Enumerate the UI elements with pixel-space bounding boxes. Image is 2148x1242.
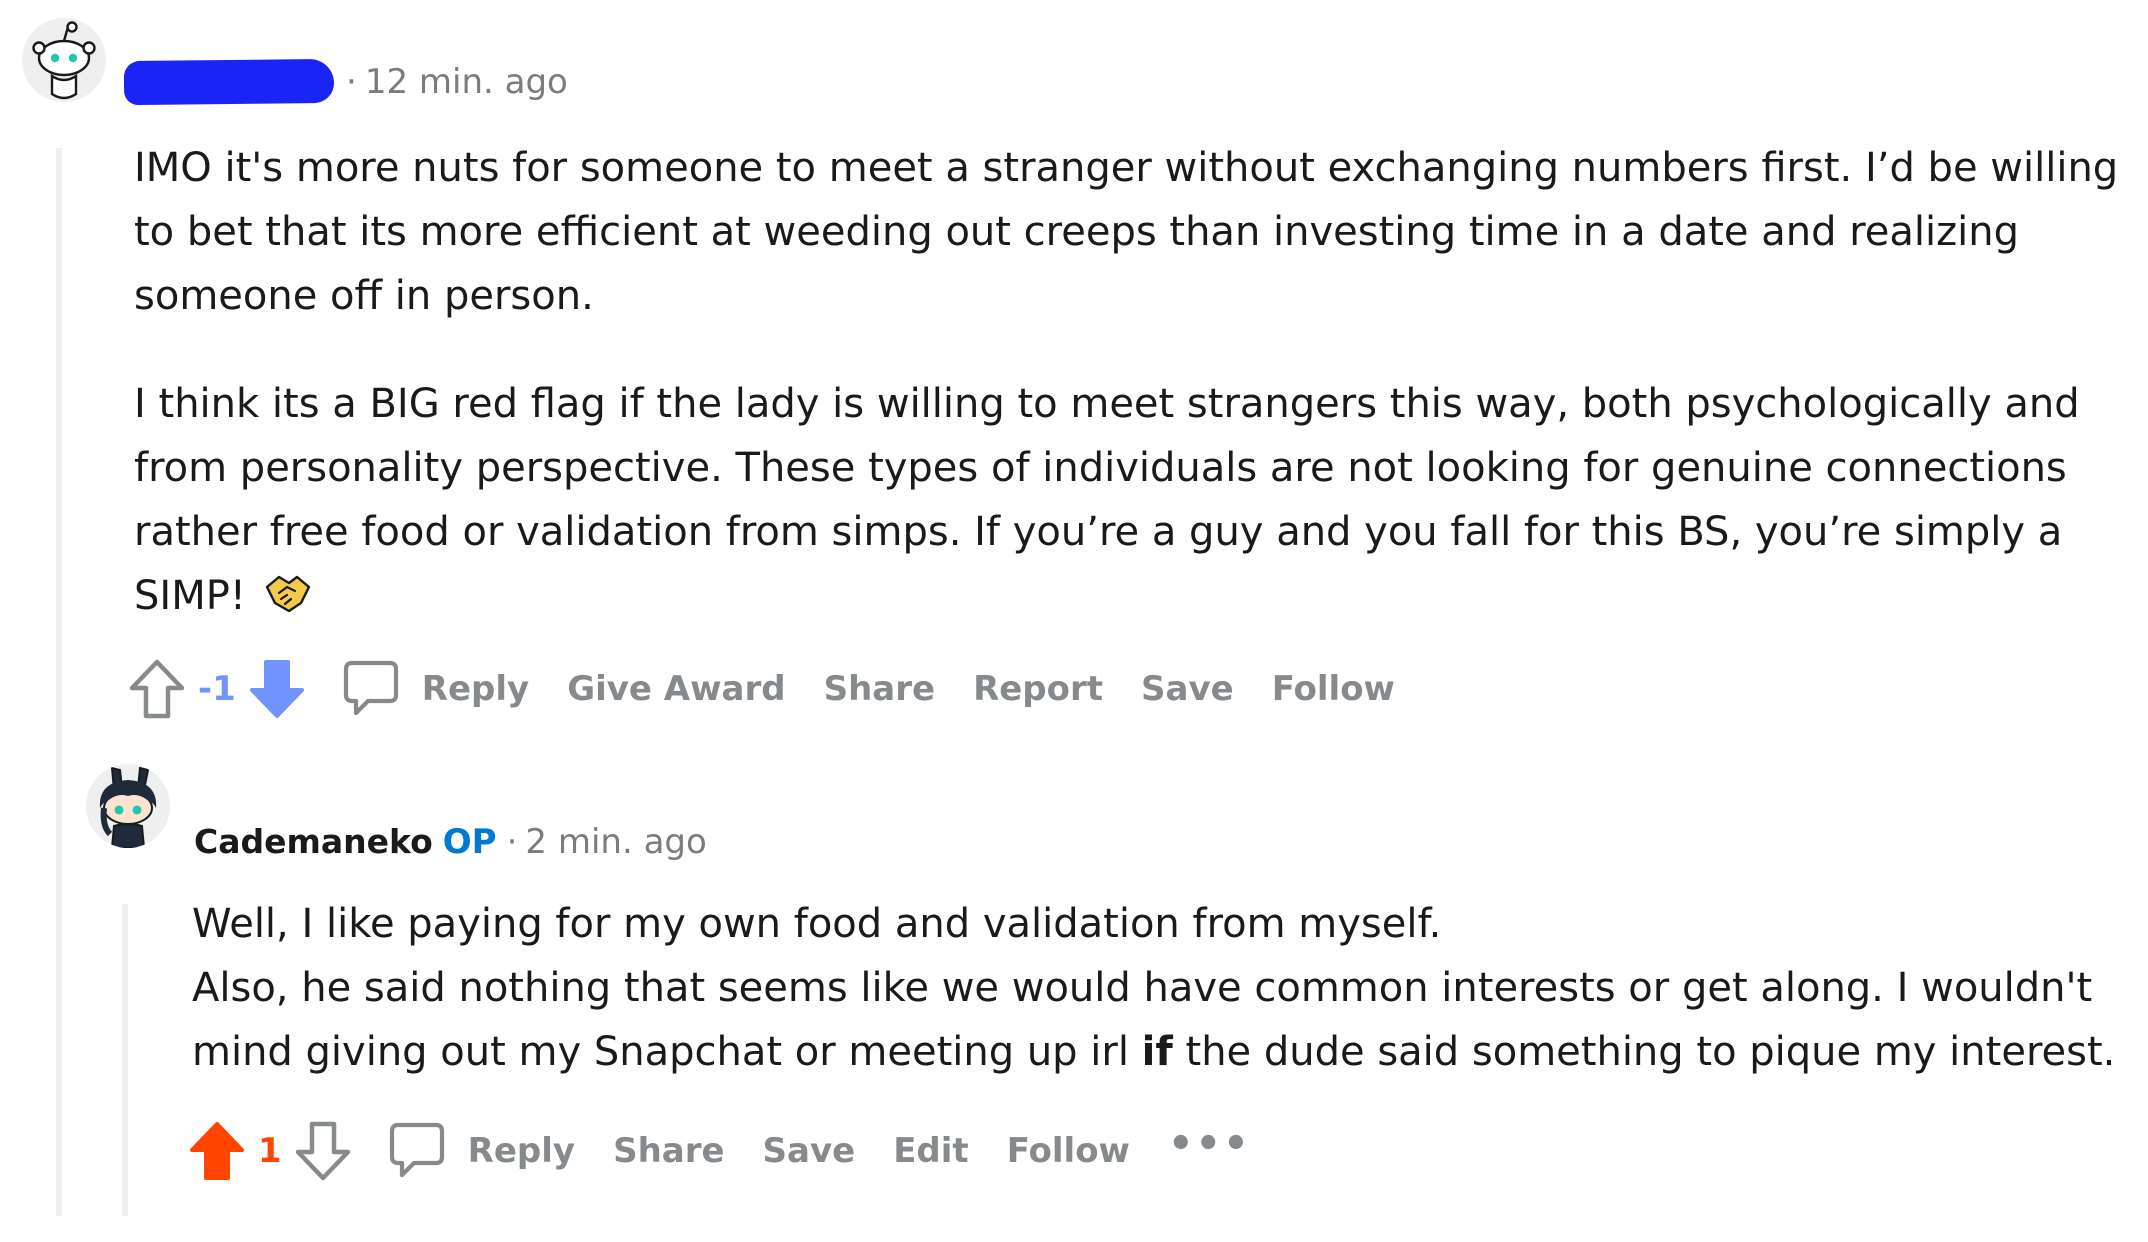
- downvote-arrow-icon[interactable]: [248, 658, 306, 720]
- reply-label: Reply: [421, 669, 530, 709]
- comment-meta: Cademaneko OP · 2 min. ago: [194, 822, 707, 862]
- op-badge: OP: [442, 822, 497, 862]
- avatar[interactable]: [86, 764, 170, 848]
- comment-paragraph-text: I think its a BIG red flag if the lady i…: [134, 381, 2080, 619]
- comment-paragraph-2: I think its a BIG red flag if the lady i…: [134, 372, 2124, 628]
- comment-action-bar: 1 Reply Share Save Edit Follow •••: [188, 1116, 1251, 1186]
- handshake-emoji-icon: [263, 573, 313, 615]
- give-award-button[interactable]: Give Award: [567, 669, 785, 709]
- comment-body: Well, I like paying for my own food and …: [192, 892, 2142, 1084]
- report-button[interactable]: Report: [973, 669, 1103, 709]
- downvote-arrow-icon[interactable]: [294, 1120, 352, 1182]
- comment-line-2: Also, he said nothing that seems like we…: [192, 956, 2142, 1084]
- comment-bubble-icon: [342, 659, 400, 719]
- username-link[interactable]: Cademaneko: [194, 822, 433, 861]
- meta-separator: ·: [346, 62, 357, 102]
- reply-button[interactable]: Reply: [388, 1121, 575, 1181]
- thread-line[interactable]: [56, 148, 62, 1216]
- redacted-username: [123, 58, 335, 106]
- snoo-avatar-icon: [22, 18, 106, 102]
- reply-label: Reply: [467, 1131, 576, 1171]
- avatar[interactable]: [22, 18, 106, 102]
- vote-count: 1: [258, 1131, 282, 1171]
- follow-button[interactable]: Follow: [1007, 1131, 1130, 1171]
- meta-separator: ·: [506, 822, 518, 862]
- upvote-arrow-icon[interactable]: [128, 658, 186, 720]
- comment-line: Well, I like paying for my own food and …: [192, 901, 1442, 947]
- bunny-ears-avatar-icon: [86, 764, 170, 848]
- reply-button[interactable]: Reply: [342, 659, 529, 719]
- timestamp[interactable]: 12 min. ago: [365, 62, 568, 102]
- vote-count: -1: [198, 669, 236, 709]
- comment-action-bar: -1 Reply Give Award Share Report Save Fo…: [128, 654, 1433, 724]
- thread-line[interactable]: [122, 904, 128, 1216]
- comment-paragraph: IMO it's more nuts for someone to meet a…: [134, 145, 2119, 319]
- upvote-arrow-icon[interactable]: [188, 1120, 246, 1182]
- edit-button[interactable]: Edit: [893, 1131, 968, 1171]
- comment-meta: · 12 min. ago: [336, 62, 568, 102]
- comment-bubble-icon: [388, 1121, 446, 1181]
- save-button[interactable]: Save: [763, 1131, 856, 1171]
- share-button[interactable]: Share: [824, 669, 935, 709]
- save-button[interactable]: Save: [1141, 669, 1234, 709]
- share-button[interactable]: Share: [613, 1131, 724, 1171]
- follow-button[interactable]: Follow: [1272, 669, 1395, 709]
- timestamp[interactable]: 2 min. ago: [525, 822, 706, 862]
- comment-text-end: the dude said something to pique my inte…: [1172, 1029, 2116, 1075]
- more-options-icon[interactable]: •••: [1168, 1121, 1251, 1167]
- bold-text: if: [1141, 1029, 1173, 1075]
- comment-body: IMO it's more nuts for someone to meet a…: [134, 136, 2124, 628]
